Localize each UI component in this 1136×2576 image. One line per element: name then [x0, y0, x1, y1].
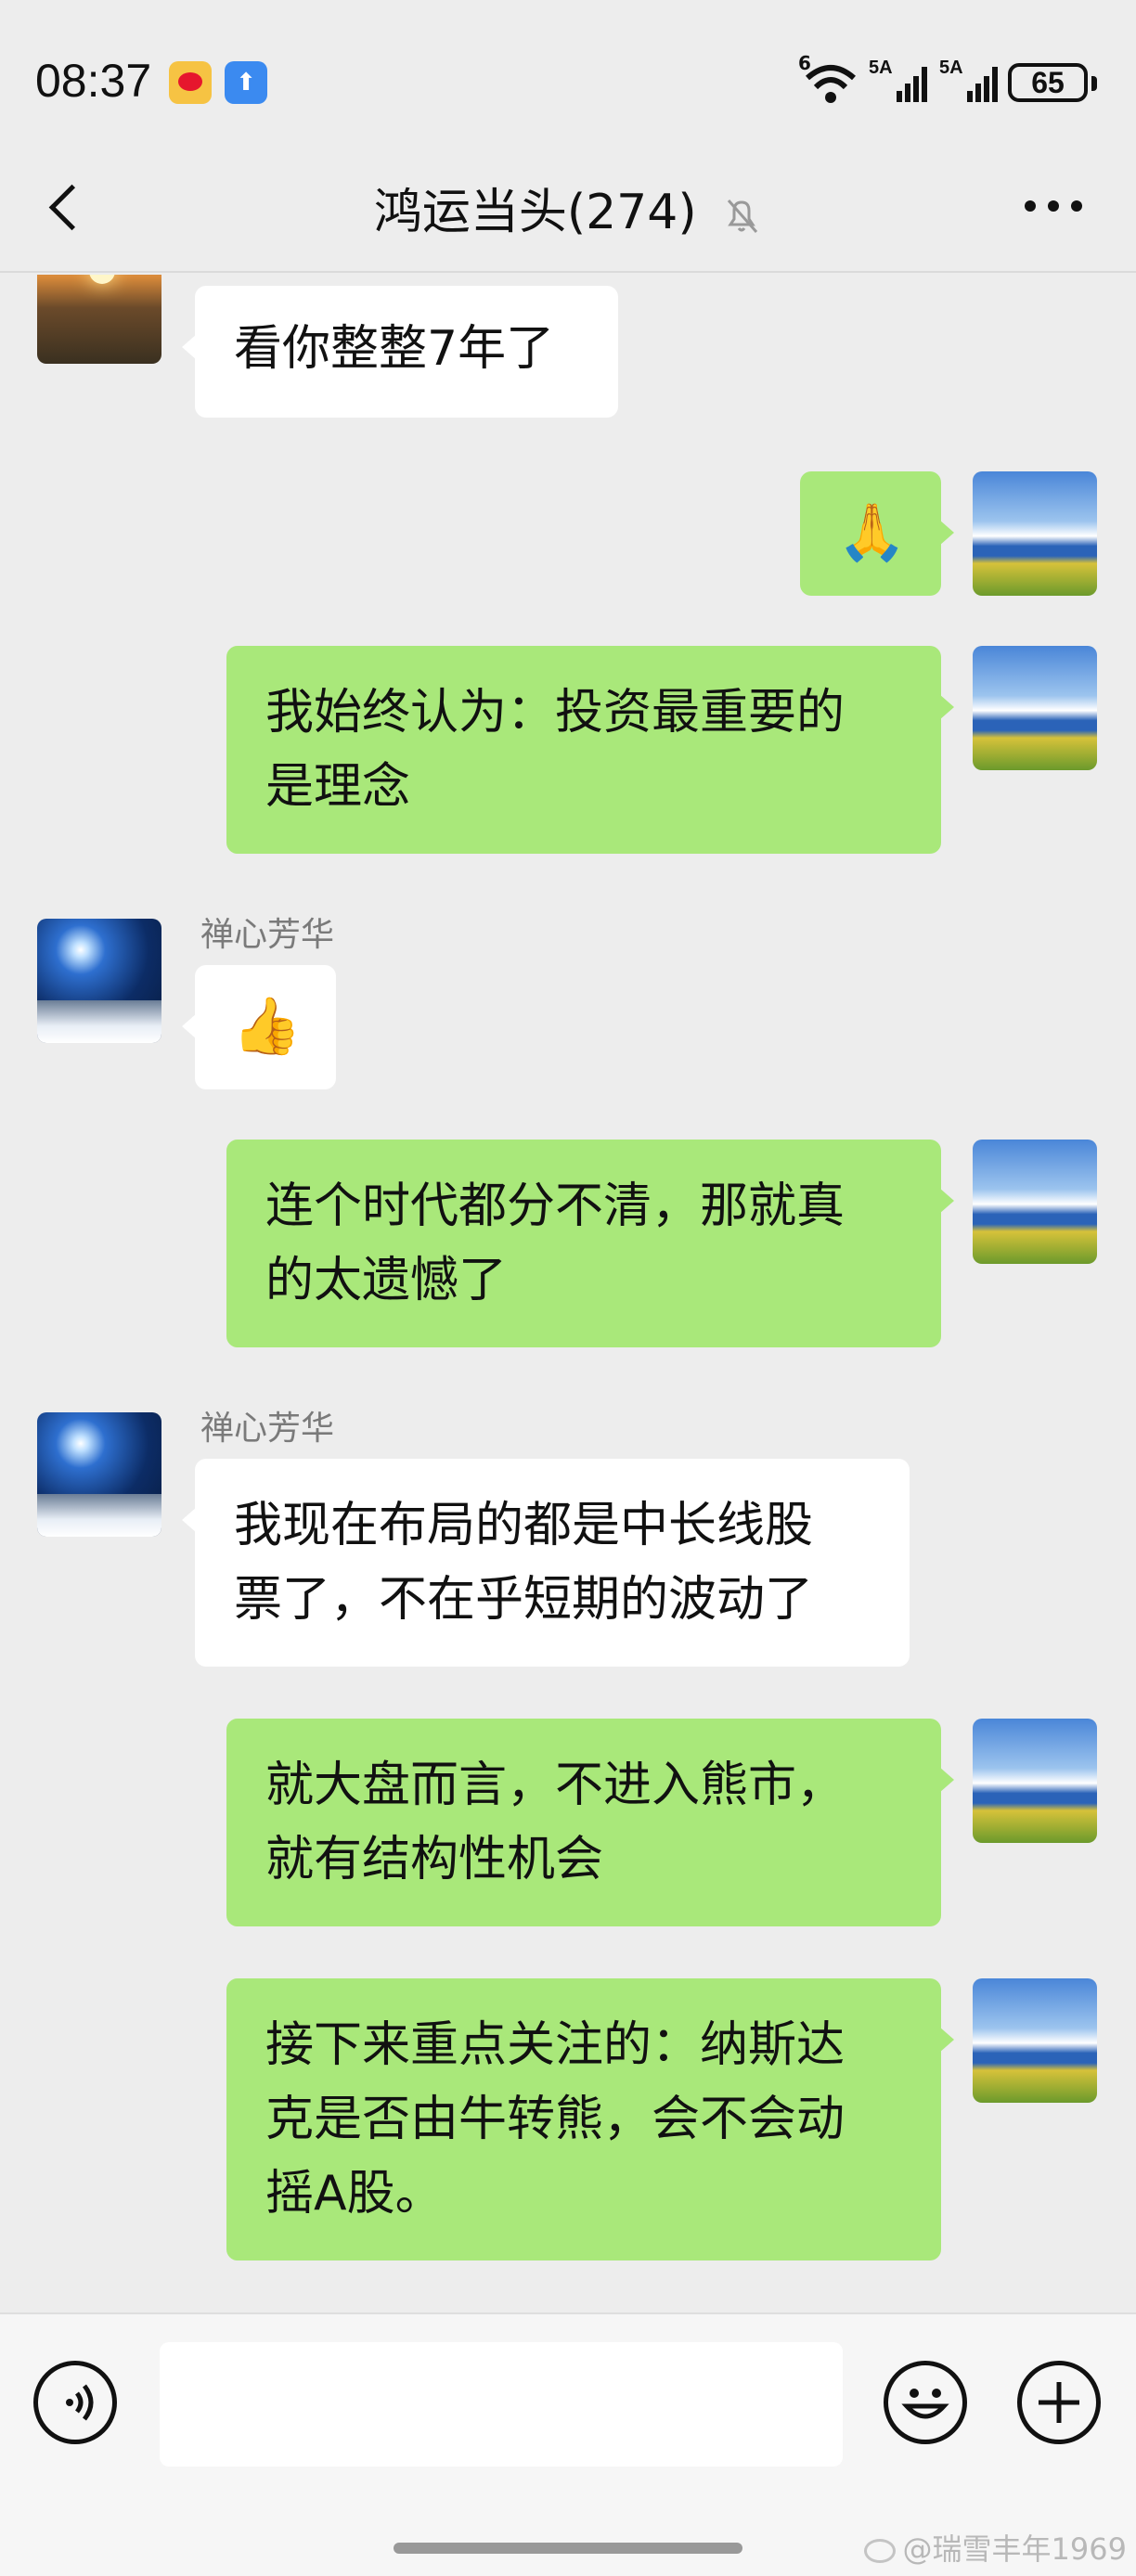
plus-icon — [1039, 2382, 1079, 2423]
message-bubble-incoming[interactable]: 👍 — [182, 965, 336, 1089]
chat-title[interactable]: 鸿运当头(274) — [0, 173, 1136, 242]
sender-avatar[interactable] — [37, 1412, 161, 1537]
sender-name: 禅心芳华 — [200, 1410, 335, 1448]
sender-name: 禅心芳华 — [200, 916, 335, 954]
cell-signal-icon: 5A — [869, 58, 927, 104]
cell-label: 5A — [869, 58, 893, 78]
emoji-icon — [901, 2389, 949, 2419]
weibo-watermark-icon — [863, 2539, 896, 2563]
sender-avatar[interactable] — [37, 919, 161, 1043]
status-time: 08:37 — [35, 55, 152, 107]
message-bubble-incoming[interactable]: 看你整整7年了 — [182, 286, 618, 418]
chat-title-text: 鸿运当头(274) — [373, 185, 697, 240]
emoji-button[interactable] — [884, 2361, 967, 2444]
my-avatar[interactable] — [973, 1978, 1097, 2103]
my-avatar[interactable] — [973, 646, 1097, 770]
battery-icon: 65 — [1008, 63, 1097, 102]
voice-icon — [66, 2384, 94, 2421]
home-indicator[interactable] — [394, 2543, 742, 2554]
plus-button[interactable] — [1017, 2361, 1101, 2444]
message-list[interactable]: 看你整整7年了 🙏 我始终认为：投资最重要的 是理念 禅心芳华 👍 连个时代都分… — [0, 275, 1136, 2312]
message-bubble-outgoing[interactable]: 接下来重点关注的：纳斯达 克是否由牛转熊，会不会动 摇A股。 — [226, 1978, 954, 2260]
wifi-icon — [806, 65, 856, 103]
status-indicators: 6 5A 5A 65 — [798, 52, 1101, 106]
message-bubble-outgoing[interactable]: 就大盘而言，不进入熊市， 就有结构性机会 — [226, 1719, 954, 1926]
message-input[interactable] — [160, 2342, 843, 2467]
message-bubble-outgoing[interactable]: 连个时代都分不清，那就真 的太遗憾了 — [226, 1140, 954, 1347]
more-button[interactable] — [1021, 182, 1086, 228]
upload-icon — [225, 61, 267, 104]
watermark: @瑞雪丰年1969 — [863, 2526, 1127, 2569]
cell-label: 5A — [939, 58, 963, 78]
message-bubble-outgoing[interactable]: 🙏 — [800, 471, 954, 596]
mute-bell-icon — [728, 200, 758, 233]
chat-header: 鸿运当头(274) — [0, 139, 1136, 273]
status-bar: 08:37 6 5A 5A 65 — [0, 0, 1136, 139]
my-avatar[interactable] — [973, 1719, 1097, 1843]
cell-signal-icon: 5A — [939, 58, 998, 104]
weibo-icon — [169, 61, 212, 104]
sender-avatar[interactable] — [37, 275, 161, 364]
my-avatar[interactable] — [973, 1140, 1097, 1264]
message-bubble-outgoing[interactable]: 我始终认为：投资最重要的 是理念 — [226, 646, 954, 854]
more-icon — [1025, 200, 1036, 212]
watermark-text: @瑞雪丰年1969 — [902, 2531, 1127, 2567]
my-avatar[interactable] — [973, 471, 1097, 596]
voice-button[interactable] — [33, 2361, 117, 2444]
message-bubble-incoming[interactable]: 我现在布局的都是中长线股 票了，不在乎短期的波动了 — [182, 1459, 910, 1667]
wifi-label: 6 — [798, 52, 811, 74]
